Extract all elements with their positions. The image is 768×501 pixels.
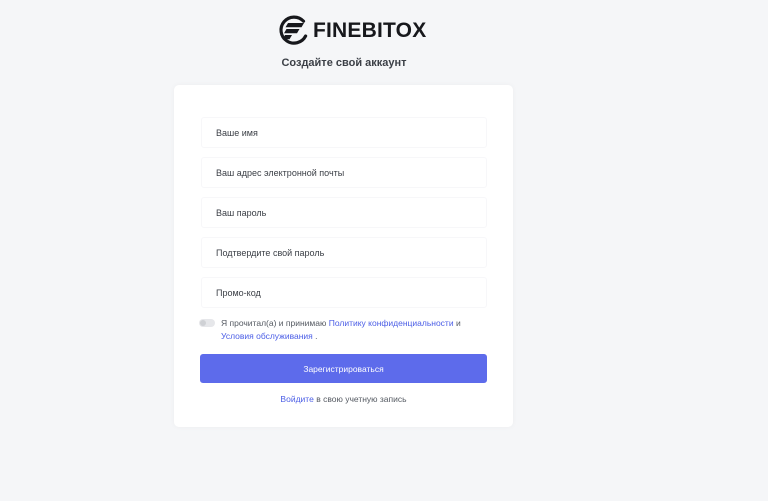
agreement-suffix: .: [315, 331, 318, 341]
name-input[interactable]: [202, 118, 486, 147]
login-link[interactable]: Войдите: [280, 394, 313, 404]
signup-card: Я прочитал(а) и принимаю Политику конфид…: [174, 85, 513, 427]
password-field-wrapper: [201, 197, 487, 228]
terms-of-service-link[interactable]: Условия обслуживания: [221, 331, 313, 341]
promo-code-field-wrapper: [201, 277, 487, 308]
brand-logo: FINEBITOX: [277, 14, 426, 47]
signup-page: FINEBITOX Создайте свой аккаунт Я прочит…: [0, 0, 768, 501]
email-input[interactable]: [202, 158, 486, 187]
login-text: в свою учетную запись: [316, 394, 407, 404]
privacy-policy-link[interactable]: Политику конфиденциальности: [329, 318, 454, 328]
name-field-wrapper: [201, 117, 487, 148]
confirm-password-field-wrapper: [201, 237, 487, 268]
login-prompt: Войдите в свою учетную запись: [174, 394, 513, 404]
agreement-toggle[interactable]: [199, 319, 215, 327]
confirm-password-input[interactable]: [202, 238, 486, 267]
finebitox-logo-icon: [277, 14, 310, 47]
agreement-conjunction: и: [455, 318, 461, 328]
password-input[interactable]: [202, 198, 486, 227]
agreement-text: Я прочитал(а) и принимаю Политику конфид…: [221, 317, 461, 343]
page-subtitle: Создайте свой аккаунт: [281, 57, 407, 69]
agreement-row: Я прочитал(а) и принимаю Политику конфид…: [199, 317, 499, 343]
agreement-prefix: Я прочитал(а) и принимаю: [221, 318, 327, 328]
register-button[interactable]: Зарегистрироваться: [200, 354, 487, 383]
brand-name: FINEBITOX: [313, 18, 427, 42]
email-field-wrapper: [201, 157, 487, 188]
promo-code-input[interactable]: [202, 278, 486, 307]
